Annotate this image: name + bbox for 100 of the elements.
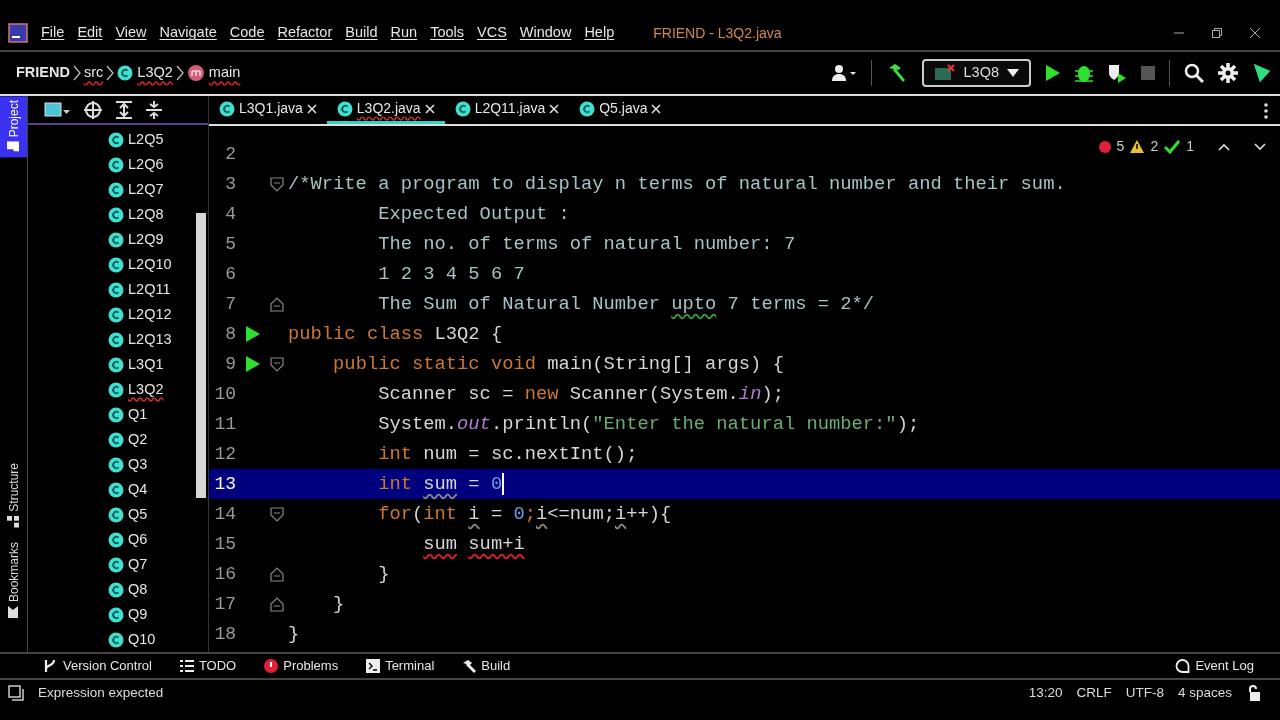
file-tree-item[interactable]: Q9: [28, 602, 208, 627]
file-tree-item[interactable]: L2Q13: [28, 327, 208, 352]
class-icon: [108, 506, 124, 523]
class-icon: [108, 631, 124, 648]
error-icon: [1098, 140, 1111, 153]
terminal-icon: [366, 659, 381, 673]
tool-window-button[interactable]: TODO: [179, 656, 237, 676]
breadcrumb[interactable]: FRIEND: [16, 62, 70, 84]
fold-marker-icon[interactable]: [270, 296, 284, 312]
fold-marker-icon[interactable]: [270, 506, 284, 522]
chevron-down-icon[interactable]: [1254, 142, 1266, 151]
fold-marker-icon[interactable]: [270, 356, 284, 372]
tool-window-button[interactable]: Event Log: [1175, 656, 1254, 676]
file-tree-item[interactable]: Q4: [28, 477, 208, 502]
tool-window-button[interactable]: Terminal: [366, 656, 435, 676]
cursor-position[interactable]: 13:20: [1028, 682, 1063, 704]
branch-icon: [44, 659, 58, 673]
editor-tab[interactable]: L3Q1.java: [209, 96, 327, 124]
file-tree-item[interactable]: Q3: [28, 452, 208, 477]
debug-bug-icon[interactable]: [1075, 63, 1093, 83]
caret-icon: [1007, 69, 1019, 77]
file-tree-item[interactable]: L2Q6: [28, 152, 208, 177]
menu-item[interactable]: Code: [229, 22, 265, 44]
run-gutter-icon[interactable]: [246, 356, 260, 372]
tool-window-button[interactable]: Problems: [264, 656, 339, 676]
chevron-up-icon[interactable]: [1218, 142, 1230, 151]
file-tree-item[interactable]: L3Q1: [28, 352, 208, 377]
file-tree-item[interactable]: L2Q8: [28, 202, 208, 227]
file-tree-item[interactable]: Q10: [28, 627, 208, 652]
fold-marker-icon[interactable]: [270, 176, 284, 192]
file-tree-item[interactable]: L2Q10: [28, 252, 208, 277]
warning-count: 2: [1150, 137, 1159, 156]
code-line: int sum = 0: [377, 471, 505, 497]
indent-setting[interactable]: 4 spaces: [1177, 682, 1232, 704]
menu-item[interactable]: Help: [584, 22, 615, 44]
file-tree-item[interactable]: L2Q5: [28, 127, 208, 152]
code-line: The no. of terms of natural number: 7: [377, 231, 796, 257]
file-tree-item[interactable]: L2Q7: [28, 177, 208, 202]
class-icon: [108, 206, 124, 223]
file-tree-item[interactable]: L2Q11: [28, 277, 208, 302]
app-window-icon: [933, 64, 956, 82]
file-encoding[interactable]: UTF-8: [1125, 682, 1164, 704]
more-options-icon[interactable]: [1264, 103, 1268, 119]
target-icon[interactable]: [84, 100, 102, 119]
expand-all-icon[interactable]: [116, 100, 132, 119]
unlock-icon[interactable]: [1246, 685, 1260, 701]
run-configuration-dropdown[interactable]: L3Q8: [921, 59, 1031, 87]
close-icon[interactable]: [1250, 28, 1260, 38]
search-icon[interactable]: [1184, 63, 1204, 83]
run-icon[interactable]: [1045, 64, 1061, 82]
file-tree-item[interactable]: L2Q12: [28, 302, 208, 327]
breadcrumb[interactable]: main: [186, 62, 241, 84]
menu-item[interactable]: Edit: [77, 22, 103, 44]
user-icon[interactable]: [830, 64, 857, 82]
file-tree-item[interactable]: Q2: [28, 427, 208, 452]
error-icon: [264, 659, 279, 673]
side-tab[interactable]: Project: [0, 96, 27, 158]
fold-marker-icon[interactable]: [270, 566, 284, 582]
side-tab[interactable]: Structure: [0, 459, 27, 533]
plugin-logo-icon[interactable]: [1252, 62, 1272, 84]
line-number: 10: [213, 382, 236, 406]
breadcrumb[interactable]: L3Q2: [117, 62, 173, 84]
line-separator[interactable]: CRLF: [1076, 682, 1112, 704]
tool-window-button[interactable]: Build: [462, 656, 511, 676]
file-tree-item[interactable]: Q7: [28, 552, 208, 577]
file-tree-item[interactable]: Q1: [28, 402, 208, 427]
fold-marker-icon[interactable]: [270, 596, 284, 612]
file-tree-item[interactable]: L2Q9: [28, 227, 208, 252]
menu-item[interactable]: View: [115, 22, 147, 44]
scrollbar-thumb[interactable]: [196, 213, 206, 498]
menu-item[interactable]: Window: [519, 22, 572, 44]
editor-tab[interactable]: L3Q2.java: [326, 96, 445, 124]
editor-tab[interactable]: Q5.java: [569, 96, 672, 124]
file-tree-item[interactable]: Q6: [28, 527, 208, 552]
window-layout-icon[interactable]: [44, 101, 70, 118]
menu-item[interactable]: Build: [345, 22, 378, 44]
file-tree-item[interactable]: L3Q2: [28, 377, 208, 402]
class-icon: [108, 556, 124, 573]
line-number: 9: [224, 352, 236, 376]
code-line: public static void main(String[] args) {: [332, 351, 784, 377]
menu-item[interactable]: Refactor: [277, 22, 333, 44]
editor-tab[interactable]: L2Q11.java: [444, 96, 570, 124]
run-gutter-icon[interactable]: [246, 326, 260, 342]
collapse-all-icon[interactable]: [146, 100, 162, 119]
settings-icon[interactable]: [1218, 63, 1238, 83]
file-tree-item[interactable]: Q5: [28, 502, 208, 527]
side-tab[interactable]: Bookmarks: [0, 538, 27, 623]
menu-item[interactable]: Navigate: [159, 22, 217, 44]
menu-item[interactable]: Run: [390, 22, 418, 44]
file-tree-item[interactable]: Q8: [28, 577, 208, 602]
copy-icon[interactable]: [8, 685, 24, 701]
app-logo-icon: [8, 23, 28, 43]
tool-window-button[interactable]: Version Control: [44, 656, 152, 676]
menu-item[interactable]: Tools: [430, 22, 464, 44]
line-number: 6: [224, 262, 236, 286]
restore-icon[interactable]: [1212, 28, 1222, 38]
breadcrumb[interactable]: src: [84, 62, 104, 84]
menu-item[interactable]: VCS: [477, 22, 507, 44]
coverage-run-icon[interactable]: [1107, 63, 1127, 83]
menu-item[interactable]: File: [41, 22, 65, 44]
